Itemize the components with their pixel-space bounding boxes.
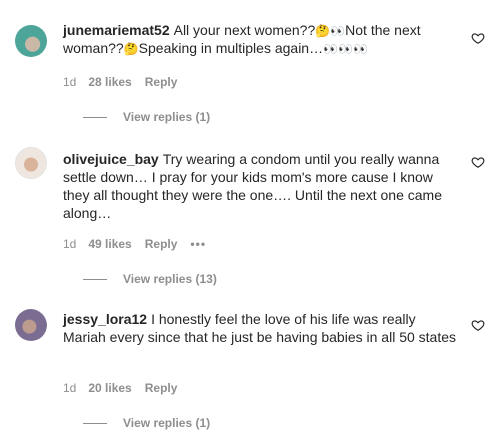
comment-meta: 1d 20 likes Reply	[63, 381, 190, 395]
replies-divider	[83, 423, 107, 425]
view-replies-button[interactable]: View replies (1)	[83, 416, 210, 430]
likes-count[interactable]: 20 likes	[88, 381, 131, 395]
comment: jessy_lora12 I honestly feel the love of …	[0, 0, 499, 441]
comment-username[interactable]: jessy_lora12	[63, 311, 147, 327]
heart-icon[interactable]	[471, 318, 485, 332]
comment-date: 1d	[63, 381, 77, 395]
view-replies-label: View replies (1)	[123, 416, 211, 430]
comment-text: jessy_lora12 I honestly feel the love of …	[63, 310, 458, 346]
reply-button[interactable]: Reply	[145, 381, 178, 395]
avatar[interactable]	[15, 309, 47, 341]
